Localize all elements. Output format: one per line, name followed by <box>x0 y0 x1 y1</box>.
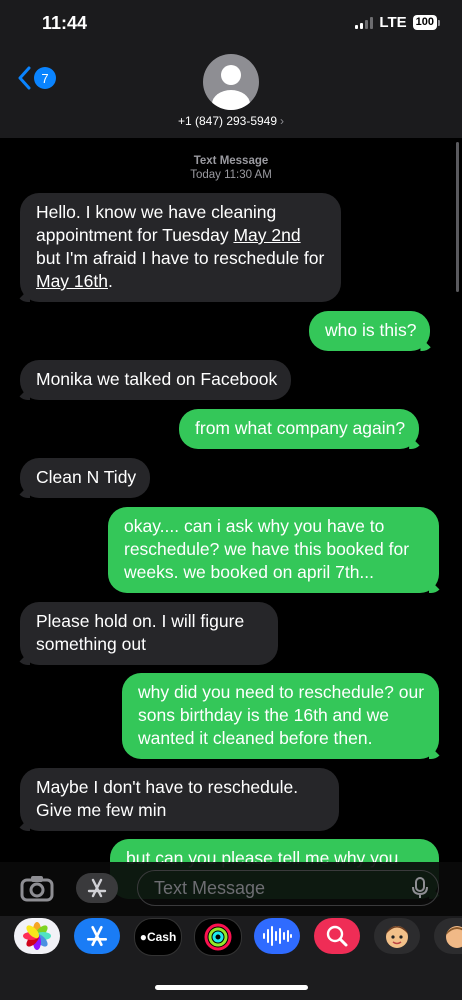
status-time: 11:44 <box>42 13 88 33</box>
battery-icon: 100 <box>412 15 440 30</box>
person-icon <box>212 65 250 110</box>
photos-icon <box>23 922 51 950</box>
waveform-icon <box>263 926 292 946</box>
home-indicator[interactable] <box>155 985 308 990</box>
contact-avatar[interactable] <box>203 54 259 110</box>
message-input[interactable] <box>137 870 439 906</box>
chevron-right-icon: › <box>280 114 285 128</box>
message-bubble-incoming[interactable]: Hello. I know we have cleaning appointme… <box>20 193 341 302</box>
message-bubble-incoming[interactable]: Clean N Tidy <box>20 458 151 498</box>
contact-name-button[interactable]: +1 (847) 293-5949 › <box>0 114 462 128</box>
memoji-app[interactable] <box>374 918 420 954</box>
camera-icon[interactable] <box>20 874 54 902</box>
thread-timestamp: Text Message Today 11:30 AM <box>0 154 462 182</box>
timestamp: Today 11:30 AM <box>190 169 272 181</box>
unread-count-badge: 7 <box>34 67 56 89</box>
audio-message-app[interactable] <box>254 918 300 954</box>
cellular-signal-icon <box>355 16 374 29</box>
message-bubble-outgoing[interactable]: okay.... can i ask why you have to resch… <box>108 507 439 593</box>
activity-rings-icon <box>204 923 232 951</box>
apple-cash-icon: ● <box>139 930 147 944</box>
fitness-app[interactable] <box>194 918 242 956</box>
app-store-app[interactable] <box>74 918 120 954</box>
memoji-icon <box>446 926 462 948</box>
date-link[interactable]: May 16th <box>36 271 108 291</box>
memoji-app-2[interactable] <box>434 918 462 954</box>
app-store-button[interactable] <box>76 873 118 903</box>
network-type: LTE <box>379 14 407 31</box>
apple-cash-label: Cash <box>146 930 177 944</box>
globe-search-icon <box>326 925 348 947</box>
photos-app[interactable] <box>14 918 60 954</box>
service-label: Text Message <box>193 155 269 167</box>
battery-level: 100 <box>412 15 437 30</box>
back-button[interactable]: 7 <box>18 66 56 90</box>
message-bubble-outgoing[interactable]: from what company again? <box>179 409 420 449</box>
date-link[interactable]: May 2nd <box>233 225 300 245</box>
contact-name: +1 (847) 293-5949 <box>177 114 278 128</box>
memoji-icon <box>386 926 408 948</box>
message-bubble-incoming[interactable]: Maybe I don't have to reschedule. Give m… <box>20 768 339 831</box>
message-text-input[interactable] <box>152 877 396 900</box>
apple-cash-app[interactable]: ● Cash <box>134 918 182 956</box>
message-bubble-incoming[interactable]: Please hold on. I will figure something … <box>20 602 278 665</box>
status-indicators: LTE 100 <box>355 14 440 31</box>
message-bubble-outgoing[interactable]: who is this? <box>309 311 431 351</box>
microphone-icon[interactable] <box>412 877 428 899</box>
app-store-icon <box>86 925 108 947</box>
message-bubble-outgoing[interactable]: why did you need to reschedule? our sons… <box>122 673 439 759</box>
message-bubble-incoming[interactable]: Monika we talked on Facebook <box>20 360 292 400</box>
image-search-app[interactable] <box>314 918 360 954</box>
chevron-left-icon <box>18 66 31 90</box>
app-store-icon <box>87 878 107 898</box>
